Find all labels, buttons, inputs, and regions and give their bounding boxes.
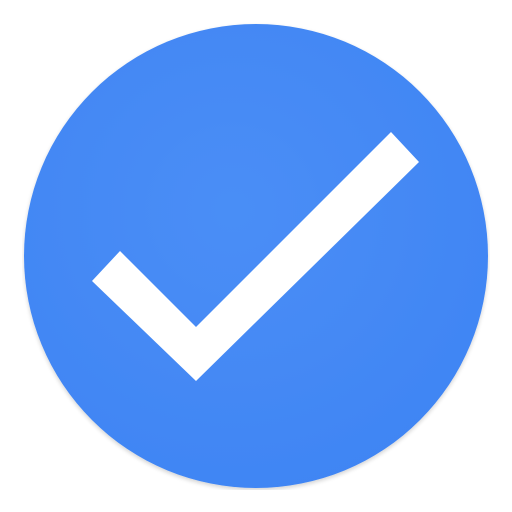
badge-circle	[24, 24, 488, 488]
check-circle-icon	[22, 22, 490, 490]
app-icon-canvas	[0, 0, 512, 512]
